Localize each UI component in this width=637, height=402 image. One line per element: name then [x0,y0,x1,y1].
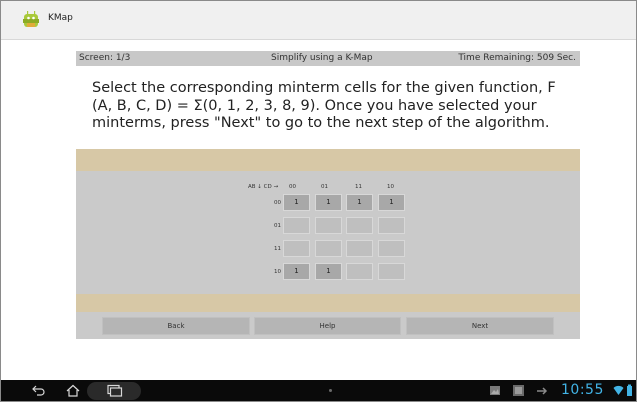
kmap-cell[interactable] [315,240,342,257]
android-robot-icon [23,11,39,27]
image-icon [513,385,524,396]
bottom-band [76,294,580,312]
kmap-col-header: 10 [387,184,394,190]
kmap-cell[interactable]: 1 [315,194,342,211]
help-button[interactable]: Help [254,317,401,335]
kmap-col-header: 00 [289,184,296,190]
usb-icon [537,387,548,395]
kmap-cell[interactable] [346,263,373,280]
back-button[interactable]: Back [102,317,250,335]
kmap-cell[interactable] [378,217,405,234]
battery-icon [627,384,632,396]
clock: 10:55 [561,382,604,398]
back-nav-icon[interactable] [31,384,47,397]
info-strip: Screen: 1/3 Simplify using a K-Map Time … [76,51,580,66]
kmap-col-header: 01 [321,184,328,190]
step-title: Simplify using a K-Map [271,53,373,63]
kmap-cell[interactable] [346,217,373,234]
home-nav-icon[interactable] [65,384,81,397]
kmap-row-label: 01 [274,223,281,229]
kmap-axis-header: AB ↓ CD → [248,184,279,190]
kmap-row-label: 11 [274,246,281,252]
time-remaining: Time Remaining: 509 Sec. [458,53,576,63]
recent-apps-icon[interactable] [105,384,123,397]
system-nav-bar: 10:55 [1,380,636,401]
kmap-cell[interactable] [378,240,405,257]
kmap-cell[interactable]: 1 [283,194,310,211]
kmap-cell[interactable] [315,217,342,234]
kmap-cell[interactable] [346,240,373,257]
kmap-panel: AB ↓ CD → 00 01 11 10 00 1 1 1 1 01 11 1… [76,149,580,339]
kmap-cell[interactable] [378,263,405,280]
kmap-row-label: 00 [274,200,281,206]
gallery-icon [490,386,500,395]
next-button[interactable]: Next [406,317,554,335]
dot-indicator [329,389,332,392]
kmap-cell[interactable]: 1 [283,263,310,280]
kmap-cell[interactable] [283,240,310,257]
top-band [76,149,580,171]
kmap-cell[interactable]: 1 [346,194,373,211]
screen-counter: Screen: 1/3 [79,53,131,63]
wifi-icon [613,385,624,395]
app-title: KMap [48,13,73,23]
kmap-cell[interactable] [283,217,310,234]
instructions-text: Select the corresponding minterm cells f… [92,80,556,131]
kmap-col-header: 11 [355,184,362,190]
kmap-row-label: 10 [274,269,281,275]
kmap-cell[interactable]: 1 [315,263,342,280]
kmap-cell[interactable]: 1 [378,194,405,211]
title-bar: KMap [1,1,636,40]
